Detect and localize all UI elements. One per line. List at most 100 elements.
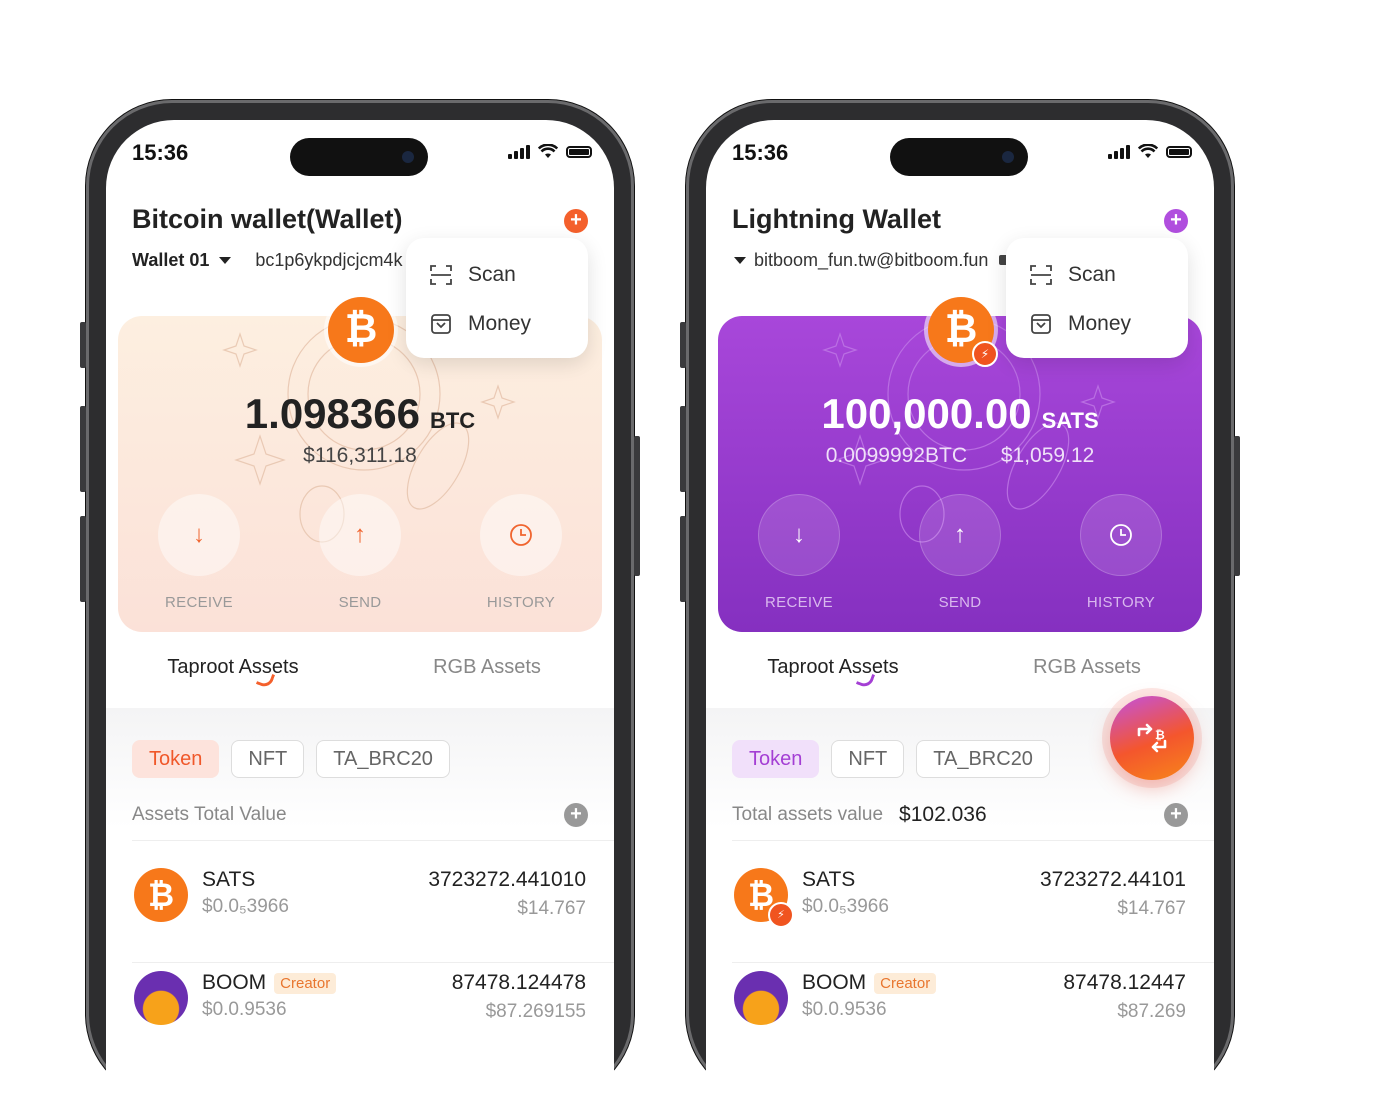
battery-icon bbox=[1166, 145, 1192, 158]
side-button bbox=[80, 322, 86, 368]
chip-token[interactable]: Token bbox=[132, 740, 220, 778]
add-icon[interactable]: + bbox=[564, 209, 588, 233]
menu-item-scan[interactable]: Scan bbox=[406, 250, 588, 299]
wallet-address: bitboom_fun.tw@bitboom.fun bbox=[754, 250, 989, 270]
volume-up-button bbox=[680, 406, 686, 492]
send-label: SEND bbox=[938, 594, 982, 611]
history-label: HISTORY bbox=[486, 594, 556, 611]
asset-row-boom[interactable]: BOOM Creator $0.0.9536 87478.124478 $87.… bbox=[132, 971, 586, 1051]
asset-row-sats[interactable]: ₿ ⚡ SATS $0.0₅3966 3723272.44101 $14.767 bbox=[732, 868, 1186, 948]
divider bbox=[732, 840, 1214, 841]
asset-usd-value: $87.269 bbox=[1117, 1001, 1186, 1022]
arrow-down-icon: ↓ bbox=[758, 494, 840, 576]
asset-row-sats[interactable]: ₿ SATS $0.0₅3966 3723272.441010 $14.767 bbox=[132, 868, 586, 948]
asset-tabs: Taproot Assets RGB Assets bbox=[106, 656, 614, 708]
signal-icon bbox=[508, 144, 530, 159]
arrow-up-icon: ↑ bbox=[919, 494, 1001, 576]
swap-button[interactable]: ₿ bbox=[1110, 696, 1194, 780]
chip-nft[interactable]: NFT bbox=[231, 740, 305, 778]
status-icons bbox=[508, 144, 592, 159]
asset-name: SATS bbox=[802, 868, 856, 891]
arrow-up-icon: ↑ bbox=[319, 494, 401, 576]
tab-rgb-assets[interactable]: RGB Assets bbox=[960, 656, 1214, 708]
chevron-down-icon[interactable] bbox=[219, 257, 232, 264]
asset-panel: Token NFT TA_BRC20 Assets Total Value + … bbox=[106, 708, 614, 1100]
chip-token[interactable]: Token bbox=[732, 740, 820, 778]
asset-price: $0.0.9536 bbox=[802, 999, 887, 1020]
signal-icon bbox=[1108, 144, 1130, 159]
asset-name: SATS bbox=[202, 868, 256, 891]
arrow-down-icon: ↓ bbox=[158, 494, 240, 576]
status-time: 15:36 bbox=[732, 140, 789, 165]
chip-ta-brc20[interactable]: TA_BRC20 bbox=[916, 740, 1050, 778]
tab-label: RGB Assets bbox=[1033, 656, 1141, 678]
receive-button[interactable]: ↓ RECEIVE bbox=[758, 494, 840, 611]
menu-item-label: Scan bbox=[468, 262, 516, 286]
send-label: SEND bbox=[338, 594, 382, 611]
add-asset-icon[interactable]: + bbox=[564, 803, 588, 827]
dynamic-island bbox=[290, 138, 428, 176]
tab-label: RGB Assets bbox=[433, 656, 541, 678]
balance-unit: SATS bbox=[1041, 408, 1099, 433]
asset-price: $0.0.9536 bbox=[202, 999, 287, 1020]
asset-row-boom[interactable]: BOOM Creator $0.0.9536 87478.12447 $87.2… bbox=[732, 971, 1186, 1051]
assets-total-label: Assets Total Value bbox=[132, 804, 287, 825]
send-button[interactable]: ↑ SEND bbox=[919, 494, 1001, 611]
assets-total-row: Assets Total Value + bbox=[132, 803, 588, 827]
asset-quantity: 3723272.441010 bbox=[428, 868, 586, 891]
history-button[interactable]: HISTORY bbox=[480, 494, 562, 611]
history-button[interactable]: HISTORY bbox=[1080, 494, 1162, 611]
tab-rgb-assets[interactable]: RGB Assets bbox=[360, 656, 614, 708]
chip-nft[interactable]: NFT bbox=[831, 740, 905, 778]
scan-icon bbox=[1030, 264, 1052, 285]
screen: 15:36 Bitcoin wallet(Wallet) + Wallet 01… bbox=[106, 120, 614, 1100]
dynamic-island bbox=[890, 138, 1028, 176]
add-icon[interactable]: + bbox=[1164, 209, 1188, 233]
clock-icon bbox=[480, 494, 562, 576]
menu-item-money[interactable]: Money bbox=[406, 299, 588, 348]
action-row: ↓ RECEIVE ↑ SEND HISTORY bbox=[718, 494, 1202, 611]
add-asset-icon[interactable]: + bbox=[1164, 803, 1188, 827]
wallet-icon bbox=[431, 313, 451, 334]
wifi-icon bbox=[538, 144, 558, 158]
tab-taproot-assets[interactable]: Taproot Assets bbox=[706, 656, 960, 708]
asset-quantity: 87478.124478 bbox=[451, 971, 586, 994]
svg-text:₿: ₿ bbox=[1155, 728, 1165, 742]
chevron-down-icon[interactable] bbox=[734, 257, 746, 264]
history-label: HISTORY bbox=[1086, 594, 1156, 611]
chip-ta-brc20[interactable]: TA_BRC20 bbox=[316, 740, 450, 778]
dropdown-menu: Scan Money bbox=[1006, 238, 1188, 358]
scan-icon bbox=[430, 264, 452, 285]
asset-usd-value: $14.767 bbox=[517, 898, 586, 919]
creator-badge: Creator bbox=[274, 972, 337, 994]
wallet-name[interactable]: Wallet 01 bbox=[132, 250, 209, 271]
volume-down-button bbox=[680, 516, 686, 602]
asset-price: $0.0₅3966 bbox=[202, 896, 289, 917]
volume-up-button bbox=[80, 406, 86, 492]
phone-bitcoin-wallet: 15:36 Bitcoin wallet(Wallet) + Wallet 01… bbox=[80, 100, 640, 1100]
receive-button[interactable]: ↓ RECEIVE bbox=[158, 494, 240, 611]
send-button[interactable]: ↑ SEND bbox=[319, 494, 401, 611]
wifi-icon bbox=[1138, 144, 1158, 158]
bitcoin-lightning-icon: ₿ ⚡ bbox=[928, 297, 998, 367]
menu-item-scan[interactable]: Scan bbox=[1006, 250, 1188, 299]
menu-item-money[interactable]: Money bbox=[1006, 299, 1188, 348]
wallet-title: Bitcoin wallet(Wallet) bbox=[132, 204, 403, 234]
battery-icon bbox=[566, 145, 592, 158]
balance-btc: 0.0099992BTC bbox=[825, 444, 967, 467]
balance-fiat: $1,059.12 bbox=[1000, 444, 1095, 467]
balance-amount: 1.098366 BTC bbox=[118, 390, 602, 438]
asset-name: BOOM bbox=[202, 971, 267, 994]
tab-taproot-assets[interactable]: Taproot Assets bbox=[106, 656, 360, 708]
lightning-icon: ⚡ bbox=[768, 902, 794, 928]
creator-badge: Creator bbox=[874, 972, 937, 994]
wallet-address: bc1p6ykpdjcjcm4k bbox=[255, 250, 403, 270]
status-icons bbox=[1108, 144, 1192, 159]
wallet-icon bbox=[1031, 313, 1051, 334]
receive-label: RECEIVE bbox=[765, 594, 833, 611]
menu-item-label: Money bbox=[1068, 311, 1132, 335]
status-time: 15:36 bbox=[132, 140, 189, 165]
screen: 15:36 Lightning Wallet + bitboom_fun.tw@… bbox=[706, 120, 1214, 1100]
dropdown-menu: Scan Money bbox=[406, 238, 588, 358]
menu-item-label: Scan bbox=[1068, 262, 1116, 286]
